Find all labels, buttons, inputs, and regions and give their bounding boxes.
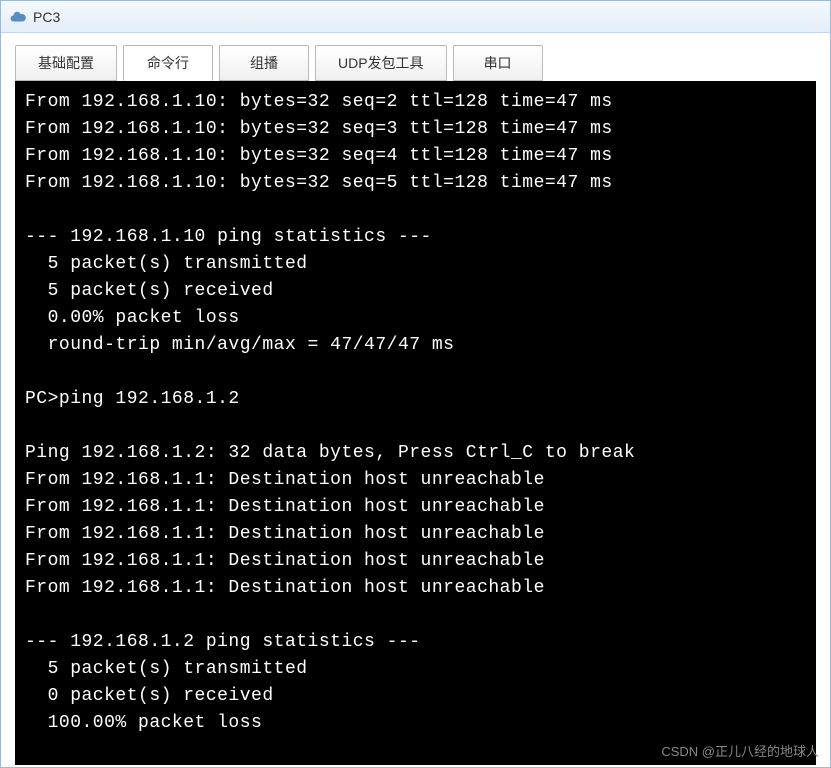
content-area: 基础配置 命令行 组播 UDP发包工具 串口 From 192.168.1.10… <box>1 33 830 767</box>
tab-basic-config[interactable]: 基础配置 <box>15 45 117 81</box>
tab-serial[interactable]: 串口 <box>453 45 543 81</box>
tab-label: 基础配置 <box>38 55 94 71</box>
watermark: CSDN @正儿八经的地球人 <box>661 741 819 760</box>
tab-label: UDP发包工具 <box>338 55 424 71</box>
window-title: PC3 <box>33 9 60 25</box>
tab-multicast[interactable]: 组播 <box>219 45 309 81</box>
tab-label: 串口 <box>484 55 512 71</box>
tab-udp-tool[interactable]: UDP发包工具 <box>315 45 447 81</box>
app-window: PC3 基础配置 命令行 组播 UDP发包工具 串口 From 192.168.… <box>0 0 831 768</box>
app-icon <box>9 8 27 26</box>
tab-label: 命令行 <box>147 55 189 71</box>
tab-label: 组播 <box>250 55 278 71</box>
terminal-output[interactable]: From 192.168.1.10: bytes=32 seq=2 ttl=12… <box>15 81 816 765</box>
tab-command-line[interactable]: 命令行 <box>123 45 213 81</box>
titlebar[interactable]: PC3 <box>1 1 830 33</box>
tab-bar: 基础配置 命令行 组播 UDP发包工具 串口 <box>15 45 816 81</box>
